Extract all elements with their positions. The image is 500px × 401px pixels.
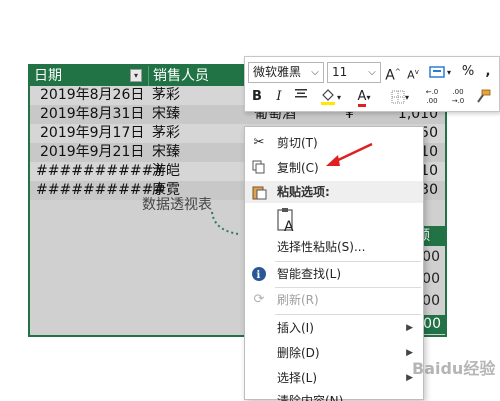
chevron-down-icon: ⌵ bbox=[311, 67, 319, 78]
grow-font-button[interactable]: A^ bbox=[385, 62, 401, 84]
person-cell: 宋臻 bbox=[152, 106, 180, 122]
shrink-font-button[interactable]: Av bbox=[405, 62, 421, 82]
decrease-decimal-icon: .00 →.0 bbox=[451, 88, 465, 105]
menu-item-select[interactable]: 选择(L) ▶ bbox=[245, 366, 423, 390]
date-cell: ########### bbox=[36, 163, 166, 179]
number-format-button[interactable]: ▾ bbox=[427, 62, 453, 82]
menu-item-label: 清除内容(N) bbox=[277, 394, 344, 401]
number-format-icon bbox=[429, 65, 445, 78]
date-cell: 2019年9月21日 bbox=[40, 144, 145, 160]
menu-item-label: 复制(C) bbox=[277, 161, 319, 175]
increase-decimal-icon: ←.0 .00 bbox=[425, 88, 439, 105]
grow-font-icon: A bbox=[385, 67, 395, 84]
borders-button[interactable]: ▾ bbox=[385, 87, 415, 107]
paint-bucket-icon bbox=[320, 88, 335, 105]
comma-style-button[interactable]: , bbox=[481, 62, 495, 82]
date-cell: 2019年8月31日 bbox=[40, 106, 145, 122]
smart-lookup-icon: i bbox=[251, 266, 267, 282]
copy-icon-svg bbox=[252, 160, 265, 174]
increase-decimal-button[interactable]: ←.0 .00 bbox=[421, 87, 443, 108]
paste-options-label: 粘贴选项: bbox=[277, 185, 330, 199]
menu-item-label: 剪切(T) bbox=[277, 136, 318, 150]
svg-text:A: A bbox=[284, 219, 294, 235]
chevron-down-icon: ⌵ bbox=[368, 67, 376, 78]
fill-color-button[interactable]: ▾ bbox=[315, 87, 345, 107]
menu-item-paste-special[interactable]: 选择性粘贴(S)... bbox=[245, 235, 423, 259]
menu-item-label: 删除(D) bbox=[277, 346, 320, 360]
menu-item-clear[interactable]: 清除内容(N) bbox=[245, 389, 423, 401]
format-painter-button[interactable] bbox=[473, 87, 493, 107]
paste-button[interactable]: A bbox=[275, 207, 297, 235]
italic-button[interactable]: I bbox=[271, 87, 287, 107]
menu-item-smart-lookup[interactable]: i 智能查找(L) bbox=[245, 262, 423, 286]
header-salesperson-label: 销售人员 bbox=[153, 68, 209, 84]
align-center-button[interactable] bbox=[293, 87, 309, 107]
shrink-font-icon: A bbox=[407, 68, 415, 82]
date-cell: 2019年9月17日 bbox=[40, 125, 145, 141]
annotation-arrow-icon bbox=[326, 142, 373, 166]
font-name-value: 微软雅黑 bbox=[253, 65, 302, 79]
watermark-text: Baidu经验 bbox=[412, 359, 496, 378]
menu-item-delete[interactable]: 删除(D) ▶ bbox=[245, 341, 423, 365]
mini-toolbar: 微软雅黑 ⌵ 11 ⌵ A^ Av ▾ % , B I ▾ A▾ ▾ ←.0 .… bbox=[244, 56, 500, 112]
scissors-icon: ✂ bbox=[253, 135, 265, 150]
pivot-arc-icon bbox=[211, 211, 239, 235]
header-date[interactable]: 日期 ▾ bbox=[30, 66, 148, 86]
header-salesperson[interactable]: 销售人员 bbox=[148, 66, 248, 86]
menu-item-insert[interactable]: 插入(I) ▶ bbox=[245, 316, 423, 340]
borders-icon bbox=[391, 90, 405, 103]
menu-item-label: 刷新(R) bbox=[277, 293, 319, 307]
person-cell: 宋臻 bbox=[152, 144, 180, 160]
svg-text:i: i bbox=[257, 270, 261, 281]
person-cell: 茅彩 bbox=[152, 125, 180, 141]
header-date-label: 日期 bbox=[34, 68, 62, 84]
menu-item-label: 选择(L) bbox=[277, 371, 318, 385]
copy-icon bbox=[251, 160, 267, 176]
refresh-icon: ⟳ bbox=[253, 292, 265, 307]
filter-dropdown-icon[interactable]: ▾ bbox=[130, 69, 142, 82]
menu-item-label: 选择性粘贴(S)... bbox=[277, 240, 366, 254]
person-cell: 茅彩 bbox=[152, 87, 180, 103]
menu-item-refresh[interactable]: ⟳ 刷新(R) bbox=[245, 288, 423, 312]
menu-item-label: 插入(I) bbox=[277, 321, 314, 335]
clipboard-icon bbox=[251, 184, 267, 200]
format-painter-icon bbox=[477, 89, 491, 103]
menu-separator bbox=[275, 314, 421, 315]
font-color-button[interactable]: A▾ bbox=[349, 87, 379, 107]
date-cell: 2019年8月26日 bbox=[40, 87, 145, 103]
paste-clipboard-icon: A bbox=[277, 208, 294, 235]
percent-style-button[interactable]: % bbox=[461, 62, 475, 82]
font-size-dropdown[interactable]: 11 ⌵ bbox=[327, 62, 381, 83]
font-size-value: 11 bbox=[332, 65, 348, 79]
menu-item-label: 智能查找(L) bbox=[277, 267, 342, 281]
decrease-decimal-button[interactable]: .00 →.0 bbox=[447, 87, 469, 108]
font-name-dropdown[interactable]: 微软雅黑 ⌵ bbox=[248, 62, 324, 83]
paste-options-header: 粘贴选项: bbox=[245, 181, 423, 203]
align-center-icon bbox=[295, 89, 307, 98]
person-cell: 游皑 bbox=[152, 163, 180, 179]
submenu-arrow-icon: ▶ bbox=[406, 323, 413, 333]
bold-button[interactable]: B bbox=[249, 87, 265, 107]
